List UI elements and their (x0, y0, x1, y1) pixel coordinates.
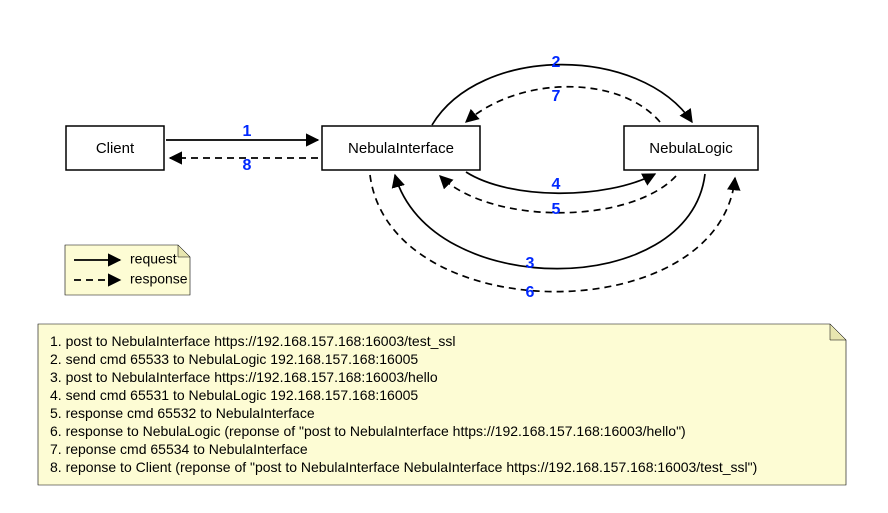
edge-1-label: 1 (243, 123, 252, 140)
edge-8-label: 8 (243, 157, 252, 174)
legend-response-label: response (130, 271, 188, 287)
legend-request-label: request (130, 251, 177, 267)
legend: request response (65, 245, 190, 295)
step-7: 7. reponse cmd 65534 to NebulaInterface (50, 441, 308, 457)
edge-2-label: 2 (552, 54, 561, 71)
node-logic-label: NebulaLogic (649, 140, 733, 157)
steps-note: 1. post to NebulaInterface https://192.1… (38, 324, 846, 485)
step-1: 1. post to NebulaInterface https://192.1… (50, 333, 456, 349)
step-2: 2. send cmd 65533 to NebulaLogic 192.168… (50, 351, 418, 367)
edge-6-label: 6 (526, 284, 535, 301)
step-8: 8. reponse to Client (reponse of "post t… (50, 459, 757, 475)
step-3: 3. post to NebulaInterface https://192.1… (50, 369, 438, 385)
edge-5-label: 5 (552, 201, 561, 218)
edge-7 (466, 87, 660, 122)
edge-4-label: 4 (552, 176, 561, 193)
edge-2 (432, 65, 692, 125)
node-client-label: Client (96, 140, 135, 157)
node-interface-label: NebulaInterface (348, 140, 454, 157)
step-5: 5. response cmd 65532 to NebulaInterface (50, 405, 315, 421)
sequence-diagram: Client NebulaInterface NebulaLogic 1 8 2… (0, 0, 888, 513)
step-6: 6. response to NebulaLogic (reponse of "… (50, 423, 686, 439)
edge-3 (395, 174, 705, 269)
edge-3-label: 3 (526, 255, 535, 272)
edge-4 (466, 172, 655, 193)
step-4: 4. send cmd 65531 to NebulaLogic 192.168… (50, 387, 418, 403)
edge-7-label: 7 (552, 88, 561, 105)
